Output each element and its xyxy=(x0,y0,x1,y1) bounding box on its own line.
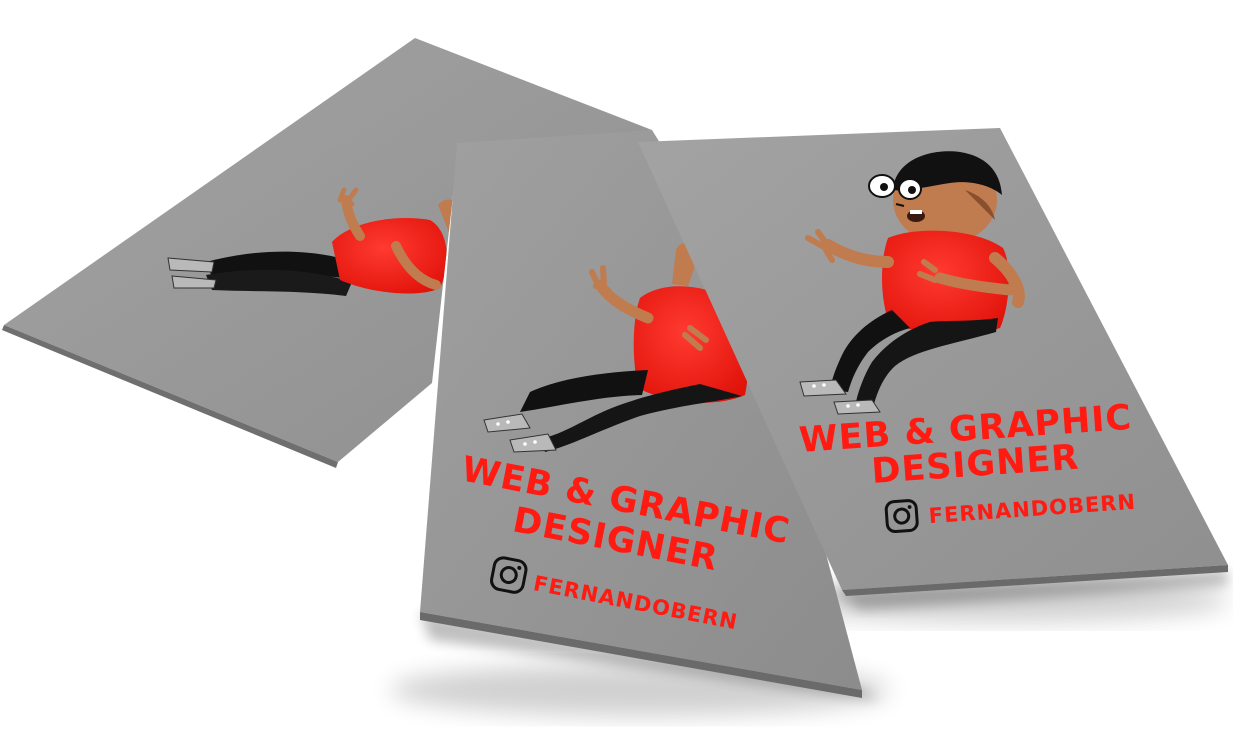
business-cards-mockup: WEB & GRAPHIC DESIGNER FERNANDOBERN WEB … xyxy=(2,38,1230,716)
